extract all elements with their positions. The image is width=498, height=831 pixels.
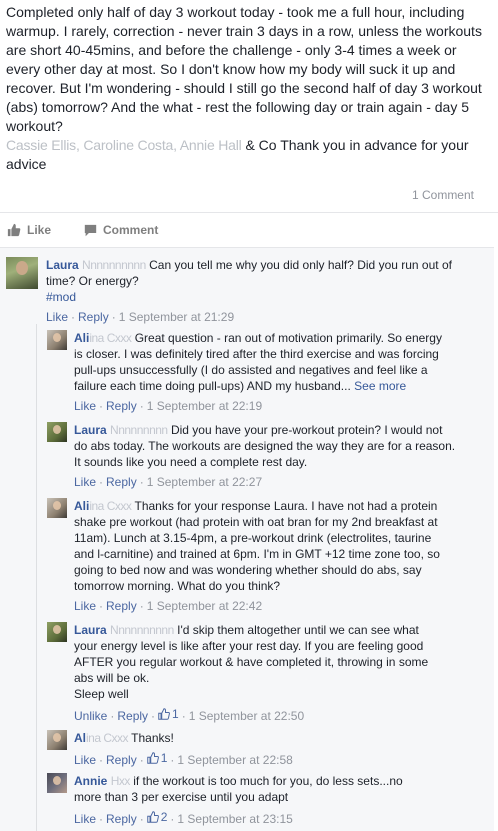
unlike-link[interactable]: Unlike bbox=[74, 709, 107, 723]
avatar[interactable] bbox=[47, 422, 67, 442]
comment-meta: Like · Reply · 1 September at 21:29 bbox=[46, 310, 235, 324]
author-surname-blurred: Nnnnnnnnnn bbox=[110, 623, 174, 637]
timestamp[interactable]: 1 September at 22:27 bbox=[147, 475, 262, 489]
timestamp[interactable]: 1 September at 23:15 bbox=[177, 812, 292, 826]
comment-meta: Like · Reply · 1 September at 22:27 bbox=[74, 475, 263, 489]
author-surname-blurred: ina Cxxx bbox=[86, 731, 129, 745]
author-surname-blurred: Nnnnnnnnnn bbox=[82, 258, 146, 272]
avatar[interactable] bbox=[47, 773, 67, 793]
avatar[interactable] bbox=[6, 257, 38, 289]
author-surname-blurred: Nnnnnnnnn bbox=[110, 423, 168, 437]
tagged-names-blurred[interactable]: Cassie Ellis, Caroline Costa, Annie Hall bbox=[6, 137, 242, 153]
like-link[interactable]: Like bbox=[46, 310, 68, 324]
see-more-link[interactable]: See more bbox=[354, 379, 406, 393]
thumbs-up-icon bbox=[146, 752, 159, 764]
timestamp[interactable]: 1 September at 21:29 bbox=[119, 310, 234, 324]
comment-button[interactable]: Comment bbox=[84, 223, 158, 237]
comment-meta: Like · Reply · 1 September at 22:19 bbox=[74, 399, 263, 413]
post-body: Completed only half of day 3 workout tod… bbox=[6, 4, 482, 134]
timestamp[interactable]: 1 September at 22:58 bbox=[177, 753, 292, 767]
hashtag-link[interactable]: #mod bbox=[46, 289, 476, 305]
comment-label: Comment bbox=[103, 223, 159, 237]
comment-text: Thanks for your response Laura. I have n… bbox=[74, 499, 440, 593]
comment-author[interactable]: Al bbox=[74, 731, 86, 745]
comment-text: Thanks! bbox=[131, 731, 174, 745]
thumbs-up-icon bbox=[146, 811, 159, 823]
post-text: Completed only half of day 3 workout tod… bbox=[6, 3, 492, 174]
reply-link[interactable]: Reply bbox=[106, 599, 137, 613]
comment-author[interactable]: Annie bbox=[74, 774, 107, 788]
like-link[interactable]: Like bbox=[74, 599, 96, 613]
timestamp[interactable]: 1 September at 22:42 bbox=[147, 599, 262, 613]
avatar[interactable] bbox=[47, 498, 67, 518]
author-surname-blurred: ina Cxxx bbox=[89, 499, 132, 513]
comment-text-line: Sleep well bbox=[74, 687, 129, 701]
author-surname-blurred: Hxx bbox=[110, 774, 131, 788]
reply-link[interactable]: Reply bbox=[106, 475, 137, 489]
avatar[interactable] bbox=[47, 622, 67, 642]
comment-bubble-icon bbox=[84, 224, 97, 236]
comment-count[interactable]: 1 Comment bbox=[412, 188, 474, 202]
comment-meta: Like · Reply · 1 · 1 September at 22:58 bbox=[74, 750, 293, 767]
like-link[interactable]: Like bbox=[74, 475, 96, 489]
like-count[interactable]: 1 bbox=[146, 750, 167, 766]
reply-link[interactable]: Reply bbox=[106, 753, 137, 767]
like-link[interactable]: Like bbox=[74, 812, 96, 826]
thumbs-up-icon bbox=[158, 708, 170, 720]
comments-section: Laura Nnnnnnnnnn Can you tell me why you… bbox=[0, 247, 494, 831]
timestamp[interactable]: 1 September at 22:19 bbox=[147, 399, 262, 413]
author-surname-blurred: ina Cxxx bbox=[89, 331, 132, 345]
reply-link[interactable]: Reply bbox=[78, 310, 109, 324]
comment-meta: Like · Reply · 1 September at 22:42 bbox=[74, 599, 263, 613]
like-label: Like bbox=[27, 223, 52, 237]
comment-meta: Unlike · Reply · 1 · 1 September at 22:50 bbox=[74, 706, 305, 723]
reply-link[interactable]: Reply bbox=[106, 812, 137, 826]
like-link[interactable]: Like bbox=[74, 399, 96, 413]
like-link[interactable]: Like bbox=[74, 753, 96, 767]
reply-thread-line bbox=[36, 324, 37, 831]
avatar[interactable] bbox=[47, 730, 67, 750]
comment-meta: Like · Reply · 2 · 1 September at 23:15 bbox=[74, 809, 293, 826]
timestamp[interactable]: 1 September at 22:50 bbox=[189, 709, 304, 723]
action-bar: Like Comment bbox=[0, 213, 498, 247]
reply-link[interactable]: Reply bbox=[117, 709, 148, 723]
comment-author[interactable]: Laura bbox=[46, 258, 79, 272]
comment-author[interactable]: Ali bbox=[74, 499, 89, 513]
thumbs-up-icon bbox=[7, 223, 21, 237]
like-count[interactable]: 1 bbox=[158, 706, 179, 722]
comment-author[interactable]: Laura bbox=[74, 623, 107, 637]
comment-author[interactable]: Laura bbox=[74, 423, 107, 437]
avatar[interactable] bbox=[47, 330, 67, 350]
comment-author[interactable]: Ali bbox=[74, 331, 89, 345]
like-count[interactable]: 2 bbox=[146, 809, 167, 825]
like-button[interactable]: Like bbox=[7, 223, 51, 237]
reply-link[interactable]: Reply bbox=[106, 399, 137, 413]
